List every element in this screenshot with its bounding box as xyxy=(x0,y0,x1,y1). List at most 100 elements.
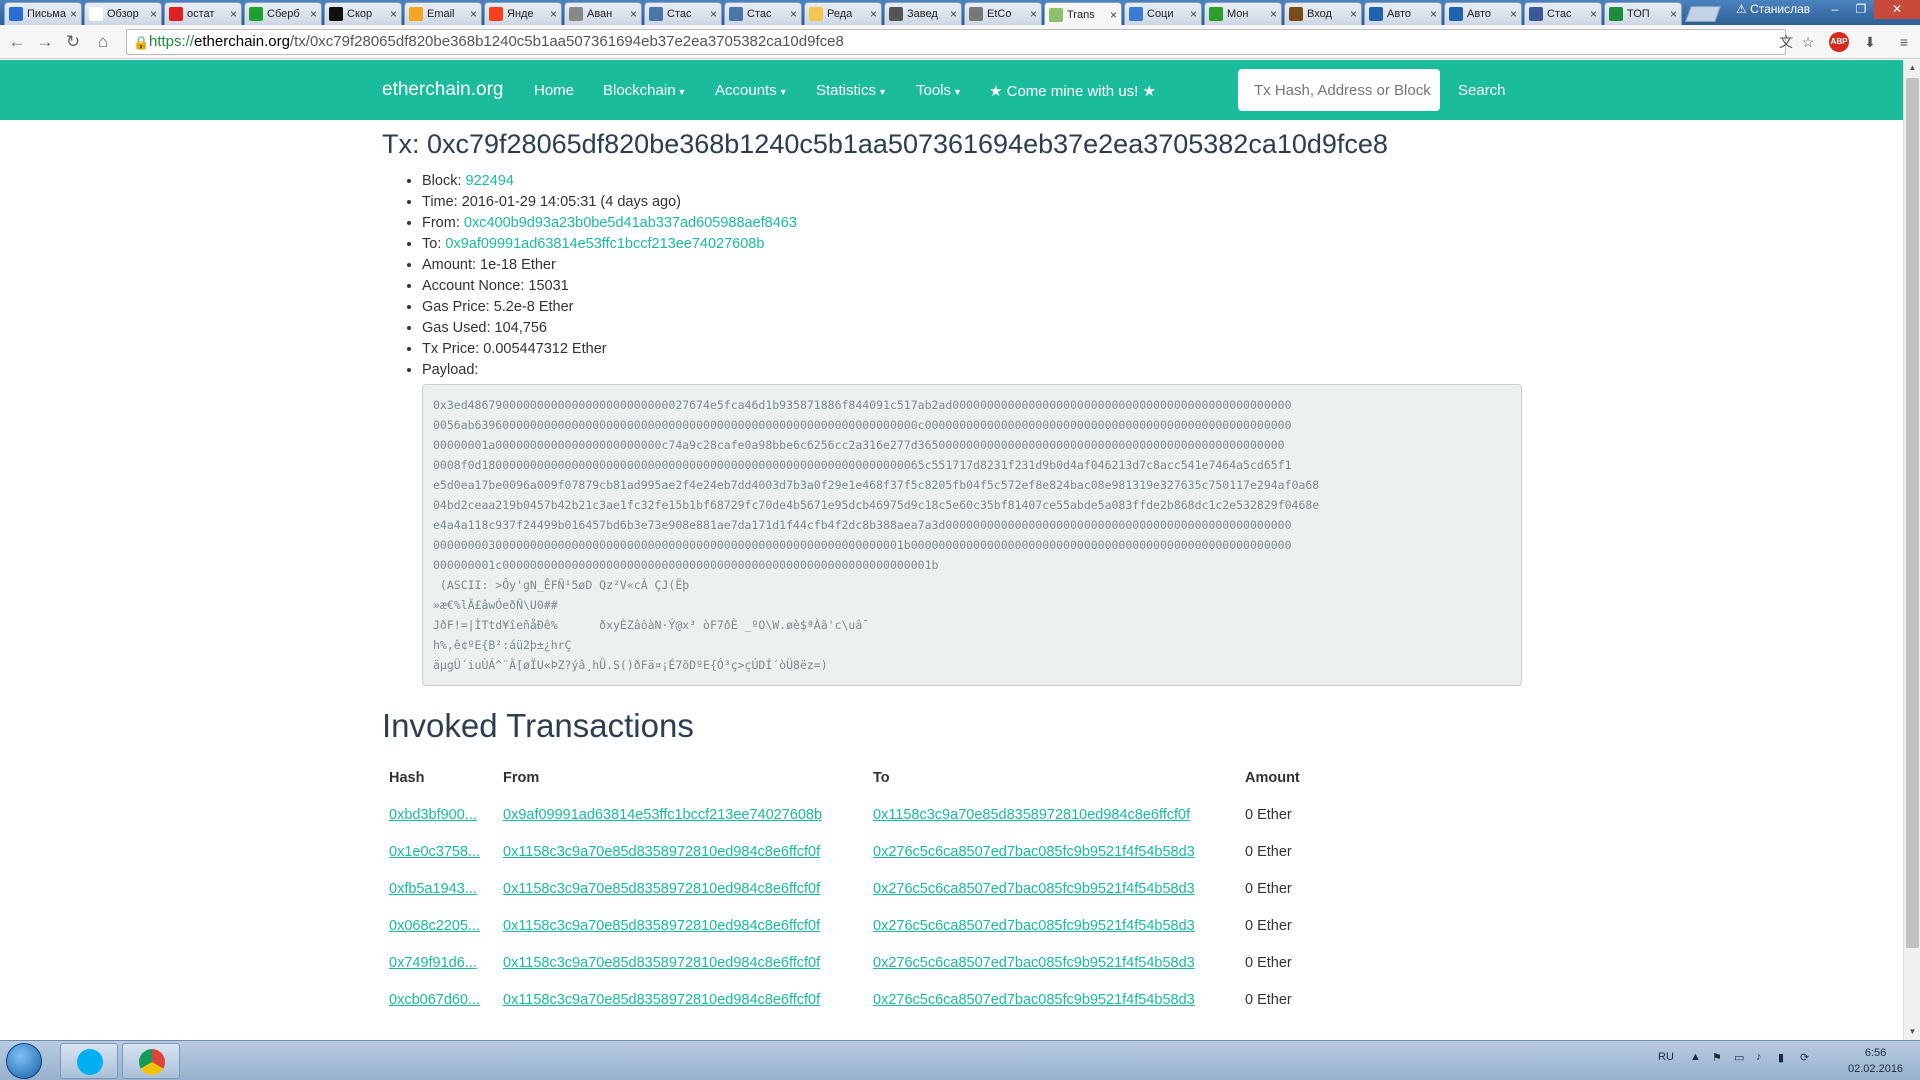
browser-tab[interactable]: остат × xyxy=(164,2,242,25)
browser-tab[interactable]: Стас × xyxy=(644,2,722,25)
to-link[interactable]: 0x276c5c6ca8507ed7bac085fc9b9521f4f54b58… xyxy=(873,844,1195,860)
from-link[interactable]: 0x1158c3c9a70e85d8358972810ed984c8e6ffcf… xyxy=(503,955,820,971)
hash-link[interactable]: 0x749f91d6... xyxy=(389,955,477,971)
profile-button[interactable]: ⚠ Станислав xyxy=(1736,2,1810,16)
browser-tab[interactable]: EtCo × xyxy=(964,2,1042,25)
tab-close-icon[interactable]: × xyxy=(1670,7,1677,21)
tab-close-icon[interactable]: × xyxy=(1350,7,1357,21)
taskbar-clock[interactable]: 6:56 02.02.2016 xyxy=(1848,1045,1903,1077)
browser-tab[interactable]: Реда × xyxy=(804,2,882,25)
from-link[interactable]: 0x1158c3c9a70e85d8358972810ed984c8e6ffcf… xyxy=(503,992,820,1008)
to-link[interactable]: 0x276c5c6ca8507ed7bac085fc9b9521f4f54b58… xyxy=(873,992,1195,1008)
tx-block-link[interactable]: 922494 xyxy=(466,173,514,189)
nav-come-mine[interactable]: ★ Come mine with us! ★ xyxy=(989,82,1156,100)
language-indicator[interactable]: RU xyxy=(1658,1051,1674,1063)
search-button[interactable]: Search xyxy=(1458,82,1506,99)
network-icon[interactable]: ▭ xyxy=(1734,1051,1744,1064)
reload-icon[interactable]: ↻ xyxy=(62,31,84,53)
page-scrollbar[interactable]: ▲ ▼ xyxy=(1903,60,1920,1040)
taskbar-chrome[interactable] xyxy=(122,1043,180,1079)
nav-blockchain[interactable]: Blockchain ▼ xyxy=(603,82,686,99)
bookmark-star-icon[interactable]: ☆ xyxy=(1798,32,1818,52)
volume-icon[interactable]: ♪ xyxy=(1756,1051,1762,1063)
tab-close-icon[interactable]: × xyxy=(150,7,157,21)
adblock-icon[interactable]: ABP xyxy=(1829,32,1849,52)
scroll-down-arrow-icon[interactable]: ▼ xyxy=(1904,1024,1920,1040)
start-button[interactable] xyxy=(6,1043,42,1079)
nav-statistics[interactable]: Statistics ▼ xyxy=(816,82,887,99)
scrollbar-thumb[interactable] xyxy=(1906,78,1919,948)
nav-home[interactable]: Home xyxy=(534,82,574,99)
nav-accounts[interactable]: Accounts ▼ xyxy=(715,82,788,99)
browser-tab[interactable]: Стас × xyxy=(724,2,802,25)
hash-link[interactable]: 0xcb067d60... xyxy=(389,992,480,1008)
site-brand[interactable]: etherchain.org xyxy=(382,79,503,101)
browser-tab[interactable]: Trans × xyxy=(1044,2,1122,26)
browser-tab[interactable]: Янде × xyxy=(484,2,562,25)
to-link[interactable]: 0x276c5c6ca8507ed7bac085fc9b9521f4f54b58… xyxy=(873,881,1195,897)
to-link[interactable]: 0x276c5c6ca8507ed7bac085fc9b9521f4f54b58… xyxy=(873,955,1195,971)
to-link[interactable]: 0x1158c3c9a70e85d8358972810ed984c8e6ffcf… xyxy=(873,807,1190,823)
tab-close-icon[interactable]: × xyxy=(470,7,477,21)
browser-tab[interactable]: Стас × xyxy=(1524,2,1602,25)
tab-close-icon[interactable]: × xyxy=(70,7,77,21)
tab-close-icon[interactable]: × xyxy=(790,7,797,21)
tab-close-icon[interactable]: × xyxy=(1430,7,1437,21)
browser-tab[interactable]: Мон × xyxy=(1204,2,1282,25)
nav-tools[interactable]: Tools ▼ xyxy=(916,82,962,99)
tab-close-icon[interactable]: × xyxy=(1590,7,1597,21)
tx-to-link[interactable]: 0x9af09991ad63814e53ffc1bccf213ee7402760… xyxy=(445,236,764,252)
tab-close-icon[interactable]: × xyxy=(230,7,237,21)
tab-close-icon[interactable]: × xyxy=(710,7,717,21)
new-tab-button[interactable] xyxy=(1685,6,1721,22)
tab-close-icon[interactable]: × xyxy=(1190,7,1197,21)
tab-close-icon[interactable]: × xyxy=(310,7,317,21)
search-input[interactable] xyxy=(1238,69,1440,111)
tab-close-icon[interactable]: × xyxy=(1030,7,1037,21)
from-link[interactable]: 0x1158c3c9a70e85d8358972810ed984c8e6ffcf… xyxy=(503,881,820,897)
tab-close-icon[interactable]: × xyxy=(390,7,397,21)
scroll-up-arrow-icon[interactable]: ▲ xyxy=(1904,60,1920,76)
browser-tab[interactable]: Письма × xyxy=(4,2,82,25)
from-link[interactable]: 0x9af09991ad63814e53ffc1bccf213ee7402760… xyxy=(503,807,822,823)
tx-from-link[interactable]: 0xc400b9d93a23b0be5d41ab337ad605988aef84… xyxy=(464,215,797,231)
hash-link[interactable]: 0x068c2205... xyxy=(389,918,480,934)
hash-link[interactable]: 0x1e0c3758... xyxy=(389,844,480,860)
tab-close-icon[interactable]: × xyxy=(1270,7,1277,21)
browser-tab[interactable]: Сберб × xyxy=(244,2,322,25)
show-hidden-icons-icon[interactable]: ▲ xyxy=(1690,1051,1701,1063)
browser-tab[interactable]: Аван × xyxy=(564,2,642,25)
hash-link[interactable]: 0xfb5a1943... xyxy=(389,881,477,897)
browser-tab[interactable]: Обзор × xyxy=(84,2,162,25)
restore-window-button[interactable]: ❐ xyxy=(1848,0,1874,19)
browser-tab[interactable]: Авто × xyxy=(1364,2,1442,25)
tab-close-icon[interactable]: × xyxy=(1510,7,1517,21)
tab-close-icon[interactable]: × xyxy=(1110,8,1117,22)
close-window-button[interactable]: ✕ xyxy=(1874,0,1920,19)
taskbar-skype[interactable] xyxy=(60,1043,118,1079)
browser-tab[interactable]: Авто × xyxy=(1444,2,1522,25)
from-link[interactable]: 0x1158c3c9a70e85d8358972810ed984c8e6ffcf… xyxy=(503,844,820,860)
to-link[interactable]: 0x276c5c6ca8507ed7bac085fc9b9521f4f54b58… xyxy=(873,918,1195,934)
from-link[interactable]: 0x1158c3c9a70e85d8358972810ed984c8e6ffcf… xyxy=(503,918,820,934)
power-icon[interactable]: ▮ xyxy=(1778,1051,1784,1064)
back-arrow-icon[interactable]: ← xyxy=(6,31,28,53)
browser-tab[interactable]: Завед × xyxy=(884,2,962,25)
menu-icon[interactable]: ≡ xyxy=(1894,32,1914,52)
translate-icon[interactable]: 文 xyxy=(1776,32,1796,52)
forward-arrow-icon[interactable]: → xyxy=(34,31,56,53)
hash-link[interactable]: 0xbd3bf900... xyxy=(389,807,477,823)
home-icon[interactable]: ⌂ xyxy=(92,31,114,53)
minimize-window-button[interactable]: – xyxy=(1822,0,1848,19)
address-bar[interactable]: 🔒 https://etherchain.org/tx/0xc79f28065df… xyxy=(126,29,1786,55)
tab-close-icon[interactable]: × xyxy=(550,7,557,21)
action-center-icon[interactable]: ⚑ xyxy=(1712,1051,1722,1064)
sync-icon[interactable]: ⟳ xyxy=(1800,1051,1809,1064)
browser-tab[interactable]: Email × xyxy=(404,2,482,25)
tab-close-icon[interactable]: × xyxy=(950,7,957,21)
extension-icon[interactable]: ⬇ xyxy=(1860,32,1880,52)
tab-close-icon[interactable]: × xyxy=(630,7,637,21)
browser-tab[interactable]: Вход × xyxy=(1284,2,1362,25)
browser-tab[interactable]: ТОП × xyxy=(1604,2,1682,25)
browser-tab[interactable]: Соци × xyxy=(1124,2,1202,25)
